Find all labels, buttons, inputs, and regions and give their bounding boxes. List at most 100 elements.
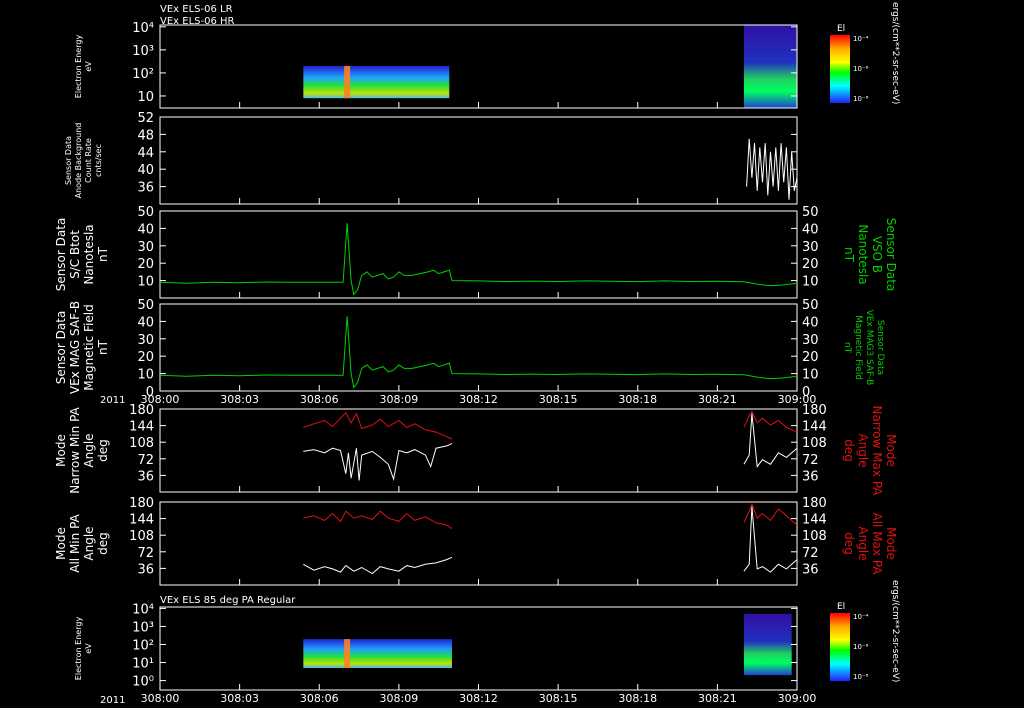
p5-series-white-3 xyxy=(743,413,798,468)
p2-ytick-label: 52 xyxy=(137,111,154,126)
colorbar-tick-label-bottom: 10⁻⁶ xyxy=(853,643,869,651)
p6-ylabel-line: Angle xyxy=(82,526,96,560)
p6-ytick-label-right: 108 xyxy=(802,529,827,544)
p5-ylabel-right-line: Mode xyxy=(884,434,898,467)
p3-ytick-label-right: 10 xyxy=(802,275,819,290)
p1-ylabel-line: Electron Energy xyxy=(74,35,83,99)
p7-xtick-label: 308:21 xyxy=(698,692,737,705)
p3-series-green-0 xyxy=(159,223,798,296)
p7-xtick-label: 308:18 xyxy=(618,692,657,705)
p3-frame xyxy=(159,210,798,299)
p5-ylabel-right-line: Narrow Max PA xyxy=(870,406,884,497)
p7-ytick-label: 10³ xyxy=(132,620,154,635)
p3-ytick-label: 10 xyxy=(137,275,154,290)
p4-xtick-label: 308:03 xyxy=(220,393,259,406)
p3-ylabel-right-line: nT xyxy=(842,247,856,263)
p6-ylabel-right-line: All Max PA xyxy=(870,513,884,576)
p6-ytick-label: 180 xyxy=(129,496,154,511)
p2-ylabel-line: Count Rate xyxy=(84,138,93,183)
p6-series-red-0 xyxy=(303,510,453,530)
p4-xtick-label: 308:12 xyxy=(459,393,498,406)
header-line2: VEx ELS-06 HR xyxy=(160,16,235,27)
p7-xtick-label: 308:03 xyxy=(220,692,259,705)
p6-ytick-label-right: 72 xyxy=(802,546,819,561)
p7-heatmap-block xyxy=(303,639,452,668)
p6-ytick-label: 36 xyxy=(137,562,154,577)
p6-ytick-label: 144 xyxy=(129,513,154,528)
p2-ylabel-line: Anode Background xyxy=(74,123,83,199)
p5-ylabel-line: Narrow Min PA xyxy=(68,406,82,493)
p4-xtick-label: 308:09 xyxy=(380,393,419,406)
p7-xtick-label: 309:00 xyxy=(778,692,817,705)
p2-ylabel-line: cnts/sec xyxy=(94,144,103,177)
p3-ylabel-right-line: Nanotesla xyxy=(856,224,870,284)
p2-ytick-label: 36 xyxy=(137,181,154,196)
p4-ytick-label-right: 20 xyxy=(802,350,819,365)
p4-ylabel-right-line: nT xyxy=(842,342,852,354)
colorbar-units-top: ergs/(cm**2-sr-sec-eV) xyxy=(890,2,900,104)
p2-ytick-label: 40 xyxy=(137,163,154,178)
p4-series-green-0 xyxy=(159,316,798,389)
p7-heatmap-spike xyxy=(344,639,351,668)
p7-xtick-label: 308:06 xyxy=(300,692,339,705)
p4-ytick-label: 50 xyxy=(137,298,154,313)
colorbar-title-bottom: El xyxy=(837,602,845,612)
p7-ytick-label: 10⁴ xyxy=(132,602,154,617)
p3-ytick-label: 40 xyxy=(137,222,154,237)
p5-ylabel-right-line: deg xyxy=(842,439,856,462)
p3-ylabel-right-line: VSO B xyxy=(870,236,884,273)
p4-xtick-label: 308:18 xyxy=(618,393,657,406)
p4-ytick-label-right: 10 xyxy=(802,368,819,383)
p6-ylabel-line: deg xyxy=(96,532,110,555)
p5-ytick-label: 144 xyxy=(129,420,154,435)
p2-frame xyxy=(159,116,798,205)
p5-ylabel-line: Angle xyxy=(82,433,96,467)
p6-ylabel-right-line: Angle xyxy=(856,526,870,560)
p7-ytick-label: 10² xyxy=(132,638,154,653)
p7-xtick-label: 308:15 xyxy=(539,692,578,705)
p4-ytick-label-right: 50 xyxy=(802,298,819,313)
p3-ytick-label-right: 40 xyxy=(802,222,819,237)
colorbar-tick-label-top: 10⁻⁶ xyxy=(853,65,869,73)
p6-ytick-label: 108 xyxy=(129,529,154,544)
p4-xtick-label: 308:00 xyxy=(141,393,180,406)
p6-ytick-label-right: 36 xyxy=(802,562,819,577)
p1-heatmap-block xyxy=(303,65,450,99)
p6-ylabel-right-line: Mode xyxy=(884,527,898,560)
year-label-top: 2011 xyxy=(100,395,125,406)
p3-ytick-label: 20 xyxy=(137,257,154,272)
p1-ytick-label: 10 xyxy=(137,90,154,105)
p3-ylabel-line: S/C Btot xyxy=(68,230,82,279)
p5-series-red-0 xyxy=(303,411,453,440)
p3-ytick-label: 50 xyxy=(137,205,154,220)
colorbar-tick-label-top: 10⁻⁴ xyxy=(853,35,869,43)
p5-ylabel-line: Mode xyxy=(54,434,68,467)
p5-ytick-label-right: 108 xyxy=(802,436,827,451)
p3-ytick-label: 30 xyxy=(137,240,154,255)
p3-ytick-label-right: 30 xyxy=(802,240,819,255)
p7-xtick-label: 308:00 xyxy=(141,692,180,705)
p6-frame xyxy=(159,501,798,586)
plot-figure: 1010²10³10⁴Electron Energy eV3640444852Se… xyxy=(54,2,900,706)
p7-ytick-label: 10¹ xyxy=(132,657,154,672)
panel7-title: VEx ELS 85 deg PA Regular xyxy=(160,595,296,606)
p1-ytick-label: 10² xyxy=(132,67,154,82)
colorbar-tick-label-bottom: 10⁻⁴ xyxy=(853,613,869,621)
colorbar-tick-label-top: 10⁻⁸ xyxy=(853,95,869,103)
p2-ylabel-line: Sensor Data xyxy=(64,136,73,185)
colorbar-top xyxy=(830,35,850,103)
p4-ylabel-line: Sensor Data xyxy=(54,311,68,385)
p5-ytick-label-right: 36 xyxy=(802,469,819,484)
p6-ylabel-right-line: deg xyxy=(842,532,856,555)
p7-xtick-label: 308:12 xyxy=(459,692,498,705)
colorbar-title-top: El xyxy=(837,24,845,34)
p6-ytick-label-right: 144 xyxy=(802,513,827,528)
p1-heatmap-spike xyxy=(344,65,351,99)
p6-ytick-label: 72 xyxy=(137,546,154,561)
p5-ytick-label: 36 xyxy=(137,469,154,484)
colorbar-bottom xyxy=(830,613,850,681)
p5-ylabel-line: deg xyxy=(96,439,110,462)
p6-ytick-label-right: 180 xyxy=(802,496,827,511)
p5-series-white-1 xyxy=(303,443,453,482)
p7-ytick-label: 10⁰ xyxy=(132,675,154,690)
